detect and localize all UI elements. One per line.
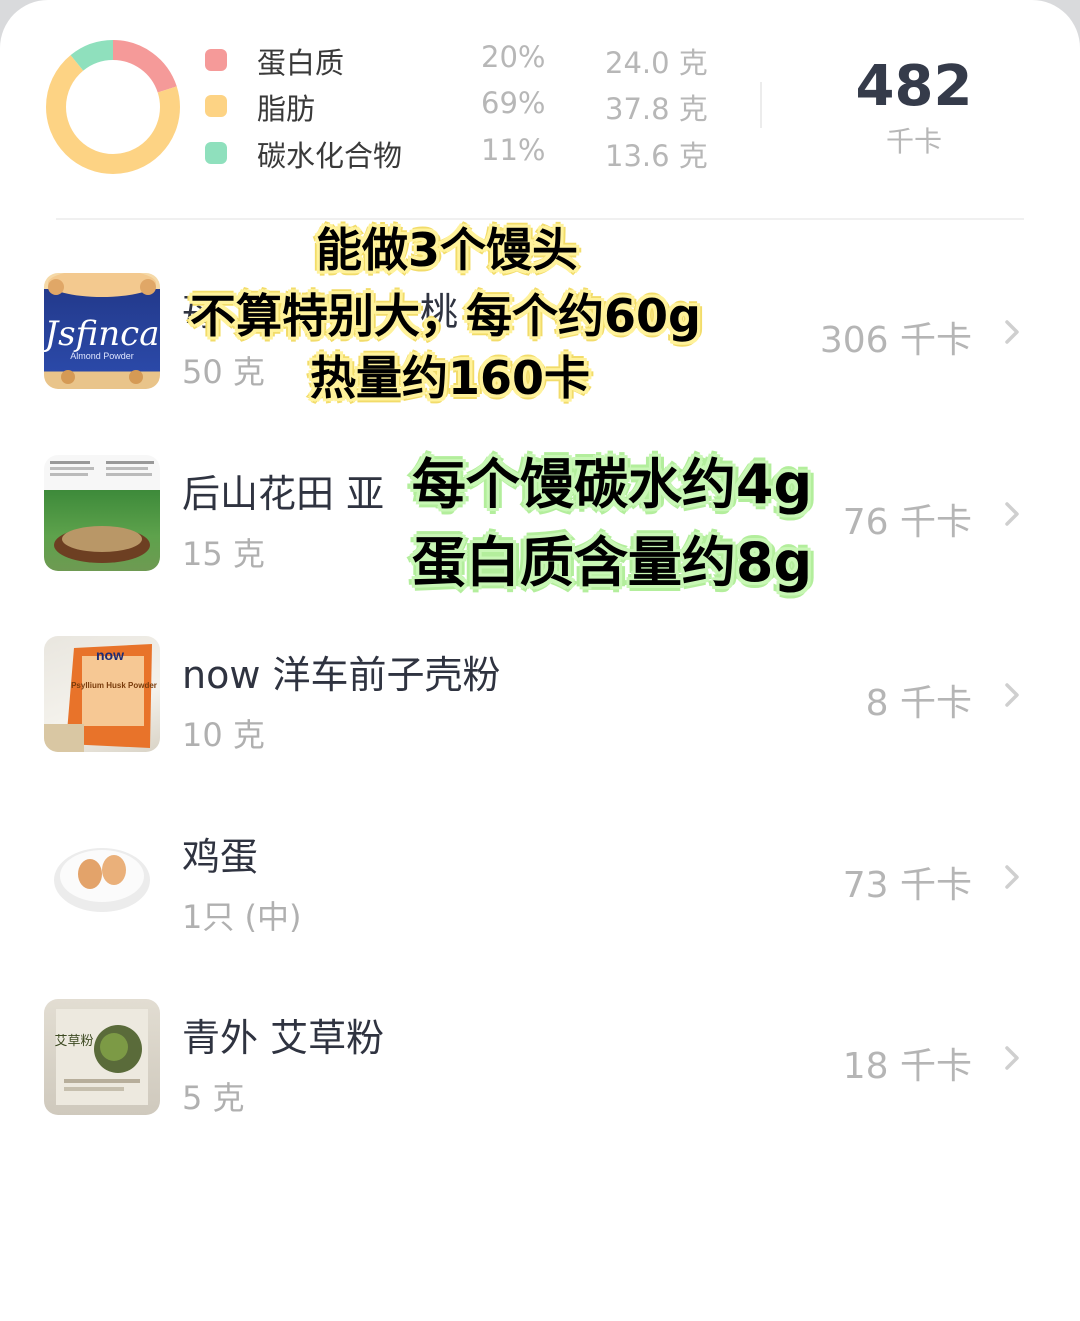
egg-thumbnail <box>44 818 160 934</box>
macro-row-fat: 脂肪 69% 37.8 克 <box>205 86 725 126</box>
chevron-right-icon[interactable] <box>998 863 1026 891</box>
chevron-right-icon[interactable] <box>998 500 1026 528</box>
meal-detail-card: 蛋白质 20% 24.0 克 脂肪 69% 37.8 克 碳水化合物 11% 1… <box>0 0 1080 1321</box>
macro-amount: 37.8 克 <box>605 92 708 126</box>
food-kcal: 73 千卡 <box>842 865 972 906</box>
mugwort-thumbnail: 艾草粉 <box>44 999 160 1115</box>
food-name: 青外 艾草粉 <box>182 1016 385 1060</box>
food-item-egg[interactable]: 鸡蛋 1只 (中) 73 千卡 <box>0 788 1080 968</box>
total-kcal-unit: 千卡 <box>885 125 942 158</box>
food-item-mugwort-powder[interactable]: 艾草粉 青外 艾草粉 5 克 18 千卡 <box>0 969 1080 1149</box>
food-name: 后山花田 亚 <box>182 472 385 516</box>
macro-row-protein: 蛋白质 20% 24.0 克 <box>205 40 725 80</box>
food-kcal: 18 千卡 <box>842 1046 972 1087</box>
macro-name: 蛋白质 <box>257 46 345 80</box>
chevron-right-icon[interactable] <box>998 1044 1026 1072</box>
overlay-caption-line: 热量约160卡 <box>310 351 591 405</box>
fat-color-dot <box>205 95 227 117</box>
food-quantity: 50 克 <box>182 353 265 391</box>
overlay-caption-line: 能做3个馒头 <box>316 223 579 277</box>
food-quantity: 10 克 <box>182 716 265 754</box>
food-kcal: 8 千卡 <box>865 683 972 724</box>
macro-amount: 13.6 克 <box>605 139 708 173</box>
protein-color-dot <box>205 49 227 71</box>
macro-name: 脂肪 <box>257 92 316 126</box>
food-kcal: 306 千卡 <box>819 320 972 361</box>
food-quantity: 15 克 <box>182 535 265 573</box>
overlay-caption-line: 不算特别大，每个约60g <box>190 289 701 343</box>
food-item-psyllium[interactable]: now Psyllium Husk Powder now 洋车前子壳粉 10 克… <box>0 606 1080 786</box>
macro-percent: 69% <box>481 86 546 120</box>
overlay-caption-line: 蛋白质含量约8g <box>411 531 813 594</box>
chevron-right-icon[interactable] <box>998 318 1026 346</box>
food-quantity: 1只 (中) <box>182 898 302 936</box>
food-quantity: 5 克 <box>182 1079 245 1117</box>
macro-row-carb: 碳水化合物 11% 13.6 克 <box>205 133 725 173</box>
thumb-brand: Jsfinca <box>44 314 159 354</box>
chevron-right-icon[interactable] <box>998 681 1026 709</box>
psyllium-thumbnail: now Psyllium Husk Powder <box>44 636 160 752</box>
nutrition-summary: 蛋白质 20% 24.0 克 脂肪 69% 37.8 克 碳水化合物 11% 1… <box>0 0 1080 220</box>
food-name: 鸡蛋 <box>182 835 259 879</box>
macro-name: 碳水化合物 <box>257 139 403 173</box>
total-kcal-value: 482 <box>855 54 973 119</box>
thumb-brand: now <box>96 647 124 663</box>
almond-powder-thumbnail: Jsfinca Almond Powder <box>44 273 160 389</box>
macro-donut-chart <box>46 40 180 174</box>
macro-percent: 11% <box>481 133 546 167</box>
macro-amount: 24.0 克 <box>605 46 708 80</box>
summary-divider <box>760 82 762 128</box>
carb-color-dot <box>205 142 227 164</box>
thumb-brand: 艾草粉 <box>54 1034 93 1049</box>
food-kcal: 76 千卡 <box>842 502 972 543</box>
overlay-caption-line: 每个馒碳水约4g <box>411 453 813 516</box>
thumb-sub: Psyllium Husk Powder <box>71 681 157 690</box>
food-name: now 洋车前子壳粉 <box>182 653 501 697</box>
macro-percent: 20% <box>481 40 546 74</box>
flaxseed-thumbnail <box>44 455 160 571</box>
thumb-sub: Almond Powder <box>70 351 134 361</box>
